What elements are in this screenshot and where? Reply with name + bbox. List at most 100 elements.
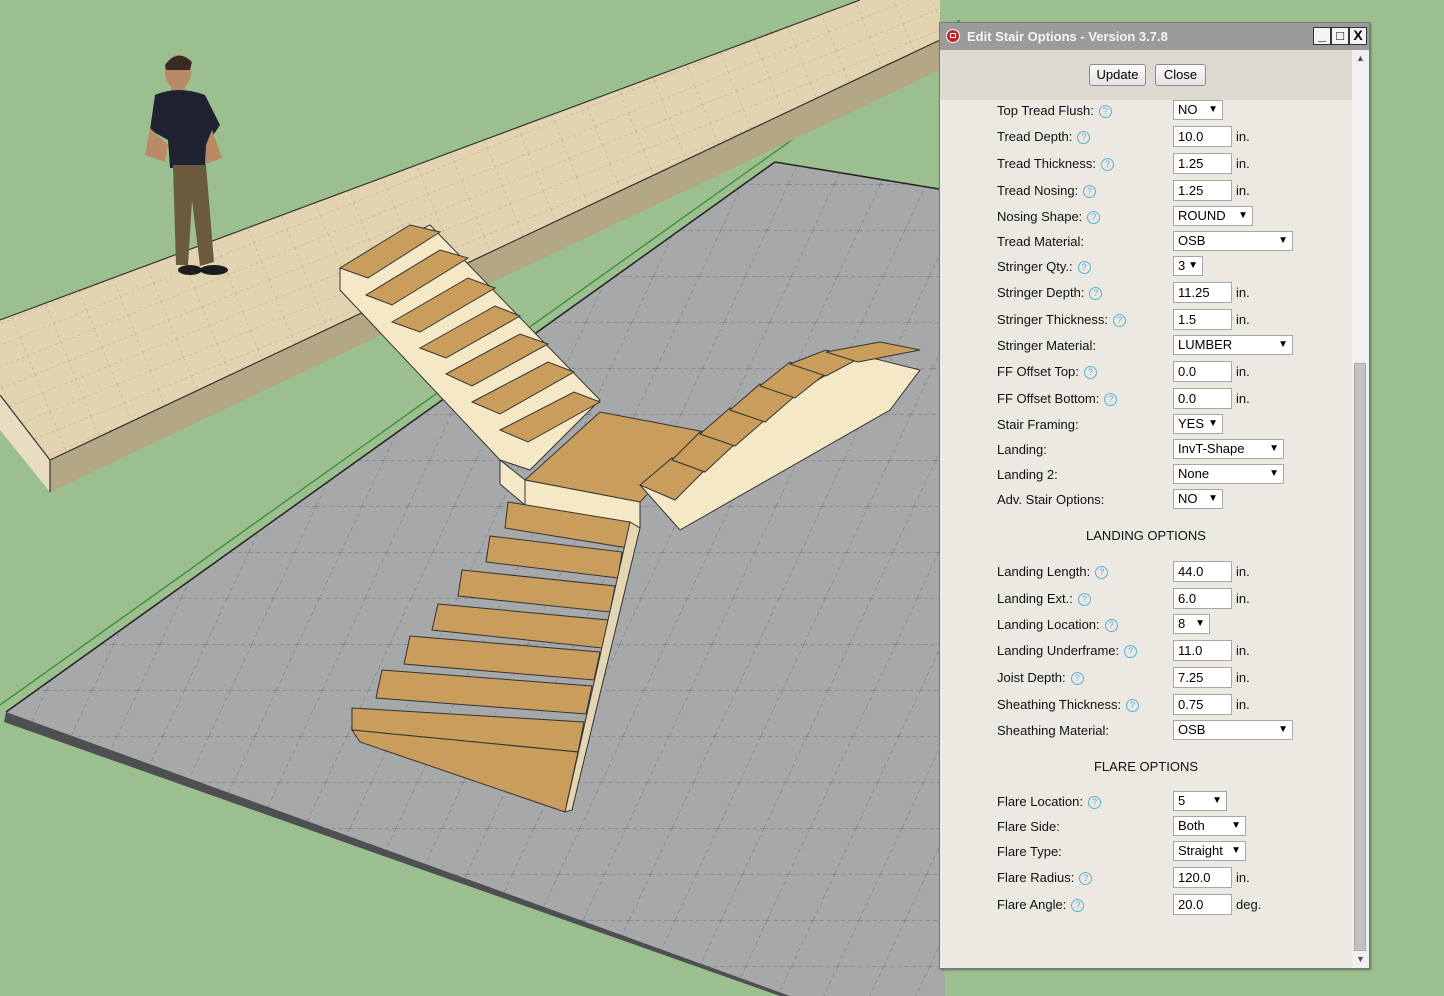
help-icon[interactable]: ? [1104, 619, 1118, 632]
landing-select[interactable]: InvT-Shape ▼ [1173, 439, 1284, 459]
ff-offset-bottom-label-text: FF Offset Bottom: [997, 391, 1100, 406]
row-flare-radius: Flare Radius:? 120.0 in. [940, 867, 1352, 891]
dropdown-arrow-icon[interactable]: ▼ [1195, 615, 1205, 633]
help-icon[interactable]: ? [1087, 211, 1101, 224]
dropdown-arrow-icon[interactable]: ▼ [1278, 232, 1288, 250]
dropdown-arrow-icon[interactable]: ▼ [1231, 842, 1241, 860]
landing-length-input[interactable]: 44.0 [1173, 561, 1232, 582]
help-icon[interactable]: ? [1101, 158, 1114, 171]
row-stringer-material: Stringer Material: LUMBER ▼ [940, 335, 1352, 359]
scroll-up-arrow-icon[interactable]: ▲ [1352, 50, 1369, 67]
dropdown-arrow-icon[interactable]: ▼ [1269, 465, 1279, 483]
flare-side-select[interactable]: Both ▼ [1173, 816, 1246, 836]
top-tread-flush-select[interactable]: NO ▼ [1173, 100, 1223, 120]
landing-ext-input[interactable]: 6.0 [1173, 588, 1232, 609]
help-icon[interactable]: ? [1098, 105, 1112, 118]
tread-thickness-input[interactable]: 1.25 [1173, 153, 1232, 174]
dropdown-arrow-icon[interactable]: ▼ [1278, 336, 1288, 354]
help-icon[interactable]: ? [1077, 131, 1091, 144]
landing-length-label-text: Landing Length: [997, 564, 1091, 579]
help-icon[interactable]: ? [1104, 393, 1118, 406]
close-button[interactable]: Close [1155, 64, 1206, 86]
landing-ext-unit: in. [1236, 591, 1250, 606]
flare-angle-input[interactable]: 20.0 [1173, 894, 1232, 915]
row-flare-angle: Flare Angle:? 20.0 deg. [940, 894, 1352, 918]
joist-depth-input[interactable]: 7.25 [1173, 667, 1232, 688]
help-icon[interactable]: ? [1070, 672, 1084, 685]
help-icon[interactable]: ? [1124, 645, 1138, 658]
nosing-shape-select[interactable]: ROUND ▼ [1173, 206, 1253, 226]
tread-material-select[interactable]: OSB ▼ [1173, 231, 1293, 251]
flare-location-label: Flare Location:? [997, 794, 1101, 809]
flare-radius-input[interactable]: 120.0 [1173, 867, 1232, 888]
landing-underframe-label: Landing Underframe:? [997, 643, 1138, 658]
close-window-button[interactable]: X [1349, 27, 1367, 45]
flare-radius-unit: in. [1236, 870, 1250, 885]
tread-depth-input[interactable]: 10.0 [1173, 126, 1232, 147]
stringer-depth-unit: in. [1236, 285, 1250, 300]
stringer-depth-input[interactable]: 11.25 [1173, 282, 1232, 303]
help-icon[interactable]: ? [1095, 566, 1109, 579]
row-sheathing-material: Sheathing Material: OSB ▼ [940, 720, 1352, 744]
landing-location-label-text: Landing Location: [997, 617, 1100, 632]
sheathing-thickness-input[interactable]: 0.75 [1173, 694, 1232, 715]
dropdown-arrow-icon[interactable]: ▼ [1269, 440, 1279, 458]
help-icon[interactable]: ? [1079, 872, 1093, 885]
landing-underframe-input[interactable]: 11.0 [1173, 640, 1232, 661]
ff-offset-top-input[interactable]: 0.0 [1173, 361, 1232, 382]
tread-thickness-label-text: Tread Thickness: [997, 156, 1096, 171]
ff-offset-bottom-label: FF Offset Bottom:? [997, 391, 1118, 406]
stringer-thickness-input[interactable]: 1.5 [1173, 309, 1232, 330]
help-icon[interactable]: ? [1113, 314, 1127, 327]
dropdown-arrow-icon[interactable]: ▼ [1212, 792, 1222, 810]
ff-offset-top-unit: in. [1236, 364, 1250, 379]
stringer-material-select[interactable]: LUMBER ▼ [1173, 335, 1293, 355]
row-nosing-shape: Nosing Shape:? ROUND ▼ [940, 206, 1352, 230]
scroll-thumb[interactable] [1354, 363, 1366, 951]
help-icon[interactable]: ? [1077, 261, 1091, 274]
maximize-button[interactable]: □ [1331, 27, 1349, 45]
scroll-down-arrow-icon[interactable]: ▼ [1352, 951, 1369, 968]
dropdown-arrow-icon[interactable]: ▼ [1208, 101, 1218, 119]
flare-type-select[interactable]: Straight ▼ [1173, 841, 1246, 861]
dropdown-arrow-icon[interactable]: ▼ [1278, 721, 1288, 739]
help-icon[interactable]: ? [1126, 699, 1140, 712]
stringer-depth-label: Stringer Depth:? [997, 285, 1103, 300]
help-icon[interactable]: ? [1083, 366, 1097, 379]
vertical-scrollbar[interactable]: ▲ ▼ [1352, 50, 1369, 968]
update-button[interactable]: Update [1089, 64, 1146, 86]
ff-offset-bottom-input[interactable]: 0.0 [1173, 388, 1232, 409]
tread-material-selected-value: OSB [1178, 233, 1206, 248]
help-icon[interactable]: ? [1088, 796, 1101, 809]
stair-framing-select[interactable]: YES ▼ [1173, 414, 1223, 434]
help-icon[interactable]: ? [1077, 593, 1091, 606]
landing-location-select[interactable]: 8 ▼ [1173, 614, 1210, 634]
dropdown-arrow-icon[interactable]: ▼ [1208, 490, 1218, 508]
stringer-qty-selected-value: 3 [1178, 258, 1186, 273]
dropdown-arrow-icon[interactable]: ▼ [1208, 415, 1218, 433]
sheathing-material-select[interactable]: OSB ▼ [1173, 720, 1293, 740]
dropdown-arrow-icon[interactable]: ▼ [1238, 207, 1248, 225]
help-icon[interactable]: ? [1071, 899, 1085, 912]
flare-options-header: FLARE OPTIONS [1093, 759, 1199, 774]
help-icon[interactable]: ? [1089, 287, 1103, 300]
adv-stair-options-label-text: Adv. Stair Options: [997, 492, 1105, 507]
row-ff-offset-top: FF Offset Top:? 0.0 in. [940, 361, 1352, 385]
tread-nosing-label: Tread Nosing:? [997, 183, 1097, 198]
sheathing-material-label: Sheathing Material: [997, 723, 1109, 738]
stringer-qty-select[interactable]: 3 ▼ [1173, 256, 1203, 276]
dialog-titlebar[interactable]: Edit Stair Options - Version 3.7.8 _ □ X [940, 23, 1369, 50]
tread-nosing-input[interactable]: 1.25 [1173, 180, 1232, 201]
row-landing-location: Landing Location:? 8 ▼ [940, 614, 1352, 638]
flare-radius-label-text: Flare Radius: [997, 870, 1075, 885]
dropdown-arrow-icon[interactable]: ▼ [1231, 817, 1241, 835]
dropdown-arrow-icon[interactable]: ▼ [1188, 257, 1198, 275]
landing-2-select[interactable]: None ▼ [1173, 464, 1284, 484]
stair-framing-label-text: Stair Framing: [997, 417, 1079, 432]
nosing-shape-label-text: Nosing Shape: [997, 209, 1083, 224]
minimize-button[interactable]: _ [1313, 27, 1331, 45]
flare-angle-label-text: Flare Angle: [997, 897, 1067, 912]
help-icon[interactable]: ? [1083, 185, 1097, 198]
flare-location-select[interactable]: 5 ▼ [1173, 791, 1227, 811]
adv-stair-options-select[interactable]: NO ▼ [1173, 489, 1223, 509]
